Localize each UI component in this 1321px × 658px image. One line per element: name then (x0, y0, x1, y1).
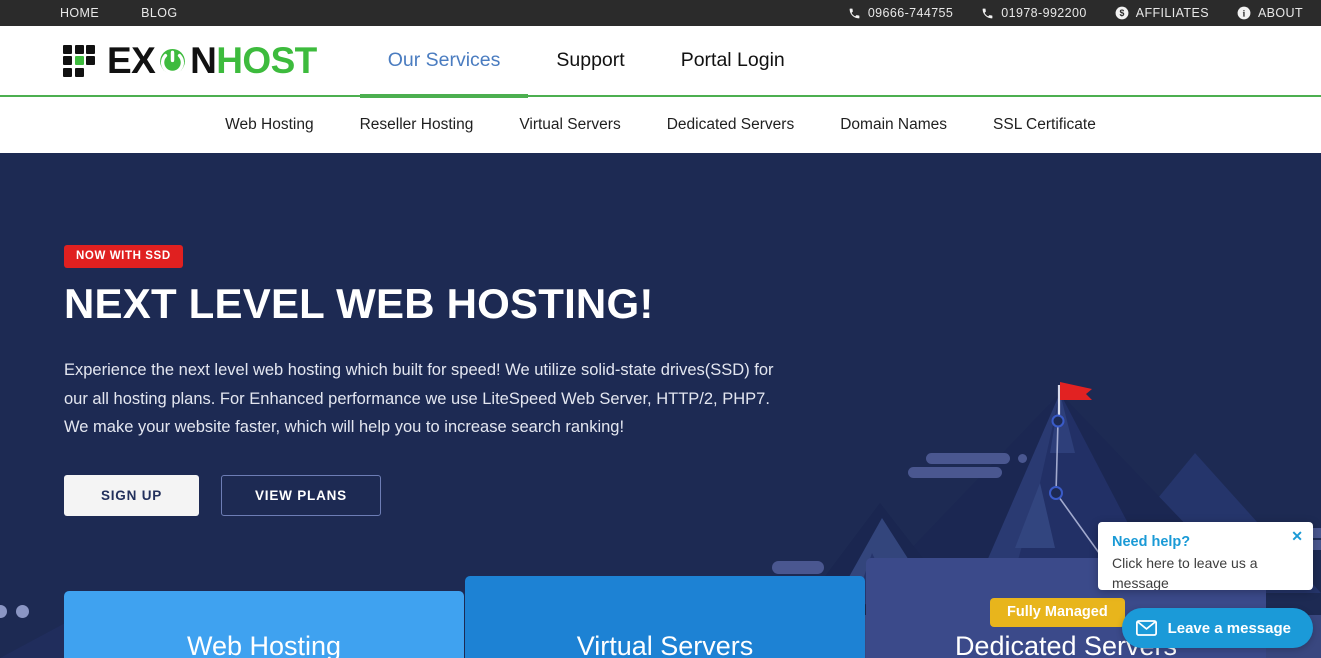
logo-text-host: HOST (216, 40, 317, 81)
chat-popup-title: Need help? (1112, 534, 1191, 550)
hero-banner: NOW WITH SSD NEXT LEVEL WEB HOSTING! Exp… (0, 153, 1321, 658)
hero-heading: NEXT LEVEL WEB HOSTING! (64, 280, 654, 327)
service-card-web-hosting[interactable]: Web Hosting (64, 591, 464, 658)
phone-icon (848, 7, 861, 20)
subnav-item-domain-names[interactable]: Domain Names (817, 116, 970, 134)
site-logo[interactable]: EX N HOST (0, 42, 317, 79)
logo-text-n: N (190, 40, 217, 81)
nav-item-portal-login[interactable]: Portal Login (653, 25, 813, 96)
logo-text-ex: EX (107, 40, 156, 81)
topbar-link-blog[interactable]: BLOG (141, 6, 177, 20)
info-circle-icon: i (1237, 6, 1251, 20)
leave-a-message-button[interactable]: Leave a message (1121, 608, 1313, 648)
svg-text:$: $ (1119, 8, 1124, 18)
main-navigation: Our Services Support Portal Login (359, 25, 813, 98)
view-plans-button[interactable]: VIEW PLANS (221, 475, 381, 517)
site-header: EX N HOST Our Services Support Portal Lo… (0, 25, 1321, 98)
sign-up-button[interactable]: SIGN UP (64, 475, 199, 517)
topbar-phone-1-label: 09666-744755 (867, 6, 954, 20)
subnav-item-virtual-servers[interactable]: Virtual Servers (496, 116, 643, 134)
nav-item-our-services[interactable]: Our Services (359, 25, 529, 98)
topbar-right-links: 09666-744755 01978-992200 $ AFFILIATES i… (848, 0, 1303, 26)
chat-popup-message: Click here to leave us a message (1112, 555, 1258, 590)
topbar-affiliates[interactable]: $ AFFILIATES (1115, 6, 1209, 20)
hero-content: NOW WITH SSD NEXT LEVEL WEB HOSTING! Exp… (0, 153, 1321, 517)
ssd-badge: NOW WITH SSD (64, 245, 183, 268)
grid-squares-icon (63, 44, 96, 77)
envelope-icon (1135, 620, 1157, 636)
topbar: HOME BLOG 09666-744755 01978-992200 $ AF… (0, 0, 1321, 26)
leave-a-message-label: Leave a message (1167, 619, 1291, 637)
topbar-about[interactable]: i ABOUT (1237, 6, 1303, 20)
service-card-title: Virtual Servers (576, 631, 754, 658)
service-card-title: Web Hosting (186, 631, 342, 658)
topbar-phone-2-label: 01978-992200 (1001, 6, 1087, 20)
subnav-item-reseller-hosting[interactable]: Reseller Hosting (337, 116, 497, 134)
topbar-about-label: ABOUT (1257, 6, 1303, 20)
service-card-virtual-servers[interactable]: Virtual Servers (465, 576, 865, 658)
logo-wordmark: EX N HOST (107, 42, 317, 79)
power-button-icon (156, 44, 189, 77)
topbar-link-home[interactable]: HOME (60, 6, 99, 20)
subnav-item-ssl-certificate[interactable]: SSL Certificate (970, 116, 1119, 134)
phone-icon (981, 7, 994, 20)
topbar-affiliates-label: AFFILIATES (1135, 6, 1209, 20)
close-icon[interactable]: ✕ (1291, 529, 1303, 543)
chat-popup[interactable]: ✕ Need help? Click here to leave us a me… (1098, 522, 1313, 590)
topbar-left-links: HOME BLOG (0, 6, 177, 20)
topbar-phone-2[interactable]: 01978-992200 (981, 6, 1086, 20)
nav-item-support[interactable]: Support (528, 25, 652, 96)
hero-paragraph: Experience the next level web hosting wh… (64, 361, 774, 437)
sub-navigation: Web Hosting Reseller Hosting Virtual Ser… (0, 97, 1321, 153)
fully-managed-badge: Fully Managed (990, 598, 1125, 627)
hero-buttons: SIGN UP VIEW PLANS (64, 475, 1321, 517)
subnav-item-web-hosting[interactable]: Web Hosting (202, 116, 336, 134)
dollar-circle-icon: $ (1115, 6, 1129, 20)
topbar-phone-1[interactable]: 09666-744755 (848, 6, 953, 20)
svg-text:i: i (1243, 10, 1246, 20)
subnav-item-dedicated-servers[interactable]: Dedicated Servers (644, 116, 818, 134)
